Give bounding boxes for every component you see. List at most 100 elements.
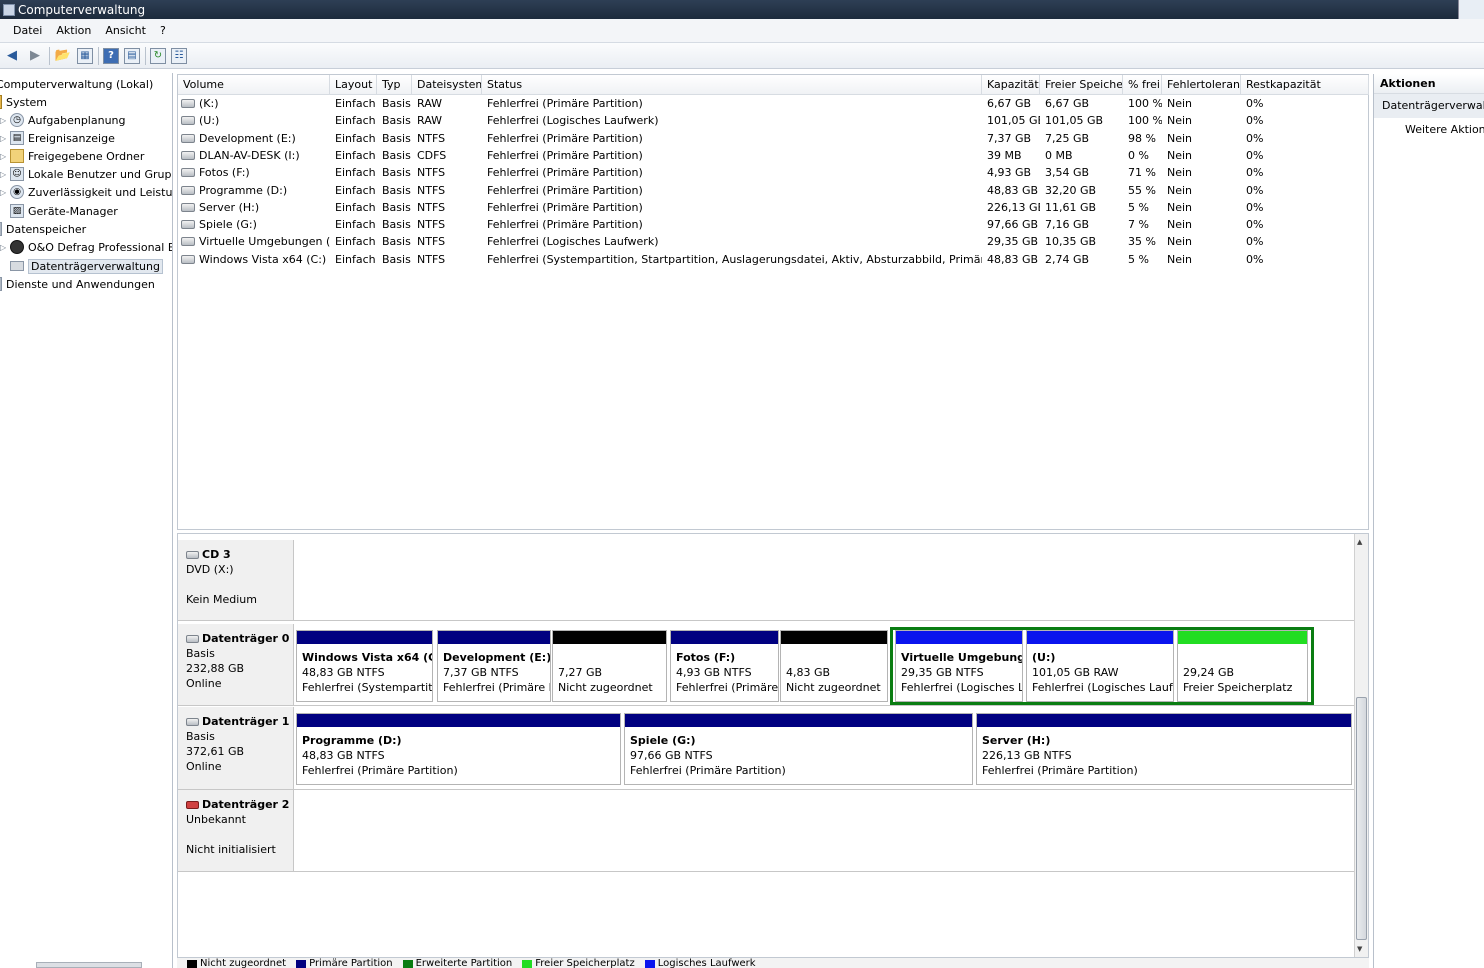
table-row[interactable]: Programme (D:) Einfach Basis NTFS Fehlerfrei… [178,182,1368,199]
disk-row-0[interactable]: Datenträger 0 Basis 232,88 GB Online Win… [178,624,1356,706]
partition-block[interactable]: Programme (D:) 48,83 GB NTFS Fehlerfrei (P… [296,713,621,785]
column-header-status[interactable]: Status [482,75,982,95]
table-row[interactable]: (K:) Einfach Basis RAW Fehlerfrei (Primäre P… [178,95,1368,112]
show-action-pane-icon[interactable]: ▤ [124,47,140,64]
column-header-fehlertoleranz[interactable]: Fehlertoleranz [1162,75,1241,95]
column-header-prozent-frei[interactable]: % frei [1123,75,1162,95]
tree-dienste[interactable]: Dienste und Anwendungen [0,275,155,293]
disk-row-cd3[interactable]: CD 3 DVD (X:) Kein Medium [178,540,1356,621]
partition-block[interactable]: Development (E:) 7,37 GB NTFS Fehlerfrei (… [437,630,551,702]
column-header-volume[interactable]: Volume [178,75,330,95]
table-row[interactable]: Virtuelle Umgebungen (V:) Einfach Basis NTF… [178,233,1368,250]
menu-help[interactable]: ? [153,24,173,37]
cell-kapazitaet: 48,83 GB [987,183,1039,197]
cell-volume: Virtuelle Umgebungen (V:) [178,233,330,250]
column-header-freier-speicher[interactable]: Freier Speicher [1040,75,1123,95]
partition-text: 7,27 GB Nicht zugeordnet [553,644,666,695]
partition-block[interactable]: 7,27 GB Nicht zugeordnet [552,630,667,702]
tree-datenspeicher[interactable]: Datenspeicher [0,220,86,238]
cell-status: Fehlerfrei (Primäre Partition) [487,148,643,162]
tree-item-ereignisanzeige[interactable]: ▤ Ereignisanzeige [10,129,115,147]
help-icon[interactable]: ? [103,47,119,64]
back-arrow-icon[interactable]: ◀ [3,47,21,65]
partition-status: Freier Speicherplatz [1183,681,1293,694]
expand-arrow-icon[interactable]: ▷ [0,152,6,161]
actions-section-datentraegerverwaltung[interactable]: Datenträgerverwaltung [1374,94,1484,118]
table-row[interactable]: Fotos (F:) Einfach Basis NTFS Fehlerfrei (Pr… [178,164,1368,181]
table-row[interactable]: Spiele (G:) Einfach Basis NTFS Fehlerfrei (P… [178,216,1368,233]
legend-label: Logisches Laufwerk [657,958,756,968]
tree-item-datentraegerverwaltung[interactable]: Datenträgerverwaltung [10,257,163,275]
column-header-restkapazitaet[interactable]: Restkapazität [1241,75,1369,95]
table-row[interactable]: DLAN-AV-DESK (I:) Einfach Basis CDFS Fehlerf… [178,147,1368,164]
tree-system[interactable]: System [0,93,47,111]
disk-name: CD 3 [202,548,231,561]
legend-swatch-primary [296,960,307,968]
column-header-dateisystem[interactable]: Dateisystem [412,75,482,95]
volume-drive-icon [181,220,195,230]
tree-item-lokale-benutzer[interactable]: ☺ Lokale Benutzer und Gruppen [10,165,172,183]
cell-volume: DLAN-AV-DESK (I:) [178,147,330,164]
show-tree-icon[interactable]: ▦ [77,47,93,64]
tree-item-oo-defrag[interactable]: O&O Defrag Professional Edition [10,238,172,256]
scrollbar-thumb[interactable] [1356,697,1367,940]
volume-drive-icon [181,254,195,264]
disk-row-2[interactable]: Datenträger 2 Unbekannt Nicht initialisi… [178,790,1356,872]
column-header-typ[interactable]: Typ [377,75,412,95]
cell-typ: Basis [382,166,411,180]
tree-item-zuverlaessigkeit[interactable]: ◉ Zuverlässigkeit und Leistung [10,183,172,201]
volume-name: Development (E:) [199,131,296,145]
legend-label: Nicht zugeordnet [200,958,287,968]
partition-block[interactable]: 29,24 GB Freier Speicherplatz [1177,630,1308,702]
expand-arrow-icon[interactable]: ▷ [0,134,6,143]
menu-aktion[interactable]: Aktion [49,24,98,37]
tree-item-freigegebene-ordner[interactable]: Freigegebene Ordner [10,147,144,165]
partition-block[interactable]: Spiele (G:) 97,66 GB NTFS Fehlerfrei (Prim… [624,713,973,785]
partition-block[interactable]: (U:) 101,05 GB RAW Fehlerfrei (Logisches L… [1026,630,1174,702]
disk-map-scrollbar[interactable]: ▲ ▼ [1354,534,1368,957]
partition-block[interactable]: 4,83 GB Nicht zugeordnet [780,630,888,702]
cell-prozent-frei: 71 % [1128,166,1156,180]
disk-title: Datenträger 0 [186,631,293,646]
window-controls[interactable] [1458,0,1484,19]
column-header-kapazitaet[interactable]: Kapazität [982,75,1040,95]
cell-fehlertoleranz: Nein [1167,235,1193,249]
cell-fehlertoleranz: Nein [1167,166,1193,180]
menu-ansicht[interactable]: Ansicht [98,24,153,37]
partition-block[interactable]: Virtuelle Umgebungen 29,35 GB NTFS Fehlerf… [895,630,1023,702]
scroll-up-icon[interactable]: ▲ [1357,538,1362,546]
menu-datei[interactable]: Datei [6,24,49,37]
column-header-layout[interactable]: Layout [330,75,377,95]
partition-color-bar [553,631,666,644]
partition-block[interactable]: Server (H:) 226,13 GB NTFS Fehlerfrei (Pri… [976,713,1352,785]
expand-arrow-icon[interactable]: ▷ [0,243,6,252]
table-row[interactable]: (U:) Einfach Basis RAW Fehlerfrei (Logisches… [178,112,1368,129]
properties-icon[interactable]: ☷ [171,47,187,64]
forward-arrow-icon[interactable]: ▶ [26,47,44,65]
disk-status: Online [186,760,222,773]
table-row[interactable]: Windows Vista x64 (C:) Einfach Basis NTFS Fe… [178,251,1368,268]
action-weitere-aktionen[interactable]: Weitere Aktionen [1374,118,1484,142]
tree-services-label: Dienste und Anwendungen [6,277,155,291]
table-row[interactable]: Development (E:) Einfach Basis NTFS Fehlerfr… [178,130,1368,147]
disk-row-1[interactable]: Datenträger 1 Basis 372,61 GB Online Pro… [178,707,1356,790]
tree-item-geraete-manager[interactable]: ▨ Geräte-Manager [10,202,118,220]
tree-root[interactable]: Computerverwaltung (Lokal) [0,75,153,93]
scroll-down-icon[interactable]: ▼ [1357,945,1362,953]
cell-volume: Programme (D:) [178,182,330,199]
legend-label: Erweiterte Partition [415,958,513,968]
expand-arrow-icon[interactable]: ▷ [0,116,6,125]
partition-name: Development (E:) [443,651,550,664]
refresh-icon[interactable]: ↻ [150,47,166,64]
up-folder-icon[interactable]: 📂 [54,47,72,65]
expand-arrow-icon[interactable]: ▷ [0,188,6,197]
disk-status: Kein Medium [186,593,257,606]
table-row[interactable]: Server (H:) Einfach Basis NTFS Fehlerfrei (P… [178,199,1368,216]
partition-block[interactable]: Windows Vista x64 (C:) 48,83 GB NTFS Fehle… [296,630,433,702]
tree-item-aufgabenplanung[interactable]: ◷ Aufgabenplanung [10,111,126,129]
cell-restkapazitaet: 0% [1246,252,1264,266]
partition-block[interactable]: Fotos (F:) 4,93 GB NTFS Fehlerfrei (Primär… [670,630,779,702]
cell-freier-speicher: 2,74 GB [1045,252,1090,266]
tree-horizontal-scrollbar[interactable] [36,962,142,968]
expand-arrow-icon[interactable]: ▷ [0,170,6,179]
